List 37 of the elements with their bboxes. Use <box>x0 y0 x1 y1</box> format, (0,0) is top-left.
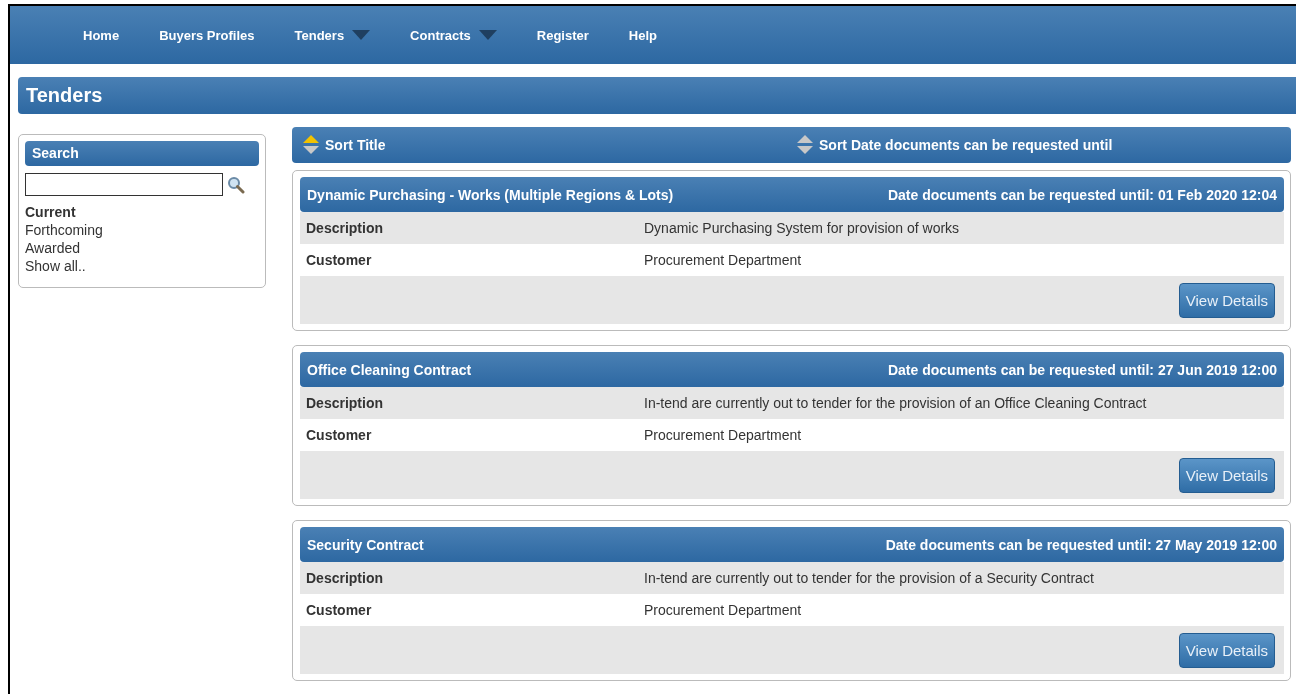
view-details-button[interactable]: View Details <box>1178 282 1275 318</box>
page-title: Tenders <box>18 77 1296 114</box>
sort-button[interactable]: Sort Title <box>302 135 796 155</box>
sort-button[interactable]: Sort Date documents can be requested until <box>796 135 1113 155</box>
deadline-text: Date documents can be requested until: 27 May 2019 12:00 <box>885 536 1277 553</box>
field-label: Description <box>306 220 384 236</box>
tender-title: Office Cleaning Contract <box>307 361 472 378</box>
filter-link[interactable]: Awarded <box>25 239 259 257</box>
filter-link[interactable]: Current <box>25 203 259 221</box>
search-field[interactable] <box>25 173 223 196</box>
field-value: In-tend are currently out to tender for the provision of an Office Cleaning Contract <box>644 395 1147 411</box>
nav-link[interactable]: Register <box>536 27 589 43</box>
field-value: Procurement Department <box>644 602 802 618</box>
deadline-text: Date documents can be requested until: 27 Jun 2019 12:00 <box>887 361 1277 378</box>
tender-title: Security Contract <box>307 536 424 553</box>
search-icon <box>227 175 245 194</box>
tender-title: Dynamic Purchasing - Works (Multiple Regions & Lots) <box>307 186 674 203</box>
view-details-button[interactable]: View Details <box>1178 457 1275 493</box>
nav-dropdown[interactable]: Tenders <box>294 27 371 43</box>
field-label: Description <box>306 395 384 411</box>
nav-link[interactable]: Home <box>83 27 120 43</box>
deadline-text: Date documents can be requested until: 01 Feb 2020 12:04 <box>887 186 1277 203</box>
field-value: Dynamic Purchasing System for provision of works <box>644 220 960 236</box>
filter-link[interactable]: Show all.. <box>25 257 259 275</box>
field-value: Procurement Department <box>644 252 802 268</box>
filter-link[interactable]: Forthcoming <box>25 221 259 239</box>
nav-link[interactable]: Buyers Profiles <box>159 27 255 43</box>
field-value: In-tend are currently out to tender for the provision of a Security Contract <box>644 570 1094 586</box>
field-value: Procurement Department <box>644 427 802 443</box>
panel-title: Search <box>25 141 259 166</box>
field-label: Description <box>306 570 384 586</box>
nav-link[interactable]: Help <box>628 27 657 43</box>
field-label: Customer <box>306 602 373 618</box>
field-label: Customer <box>306 252 373 268</box>
field-label: Customer <box>306 427 373 443</box>
nav-dropdown[interactable]: Contracts <box>410 27 497 43</box>
view-details-button[interactable]: View Details <box>1178 632 1275 668</box>
